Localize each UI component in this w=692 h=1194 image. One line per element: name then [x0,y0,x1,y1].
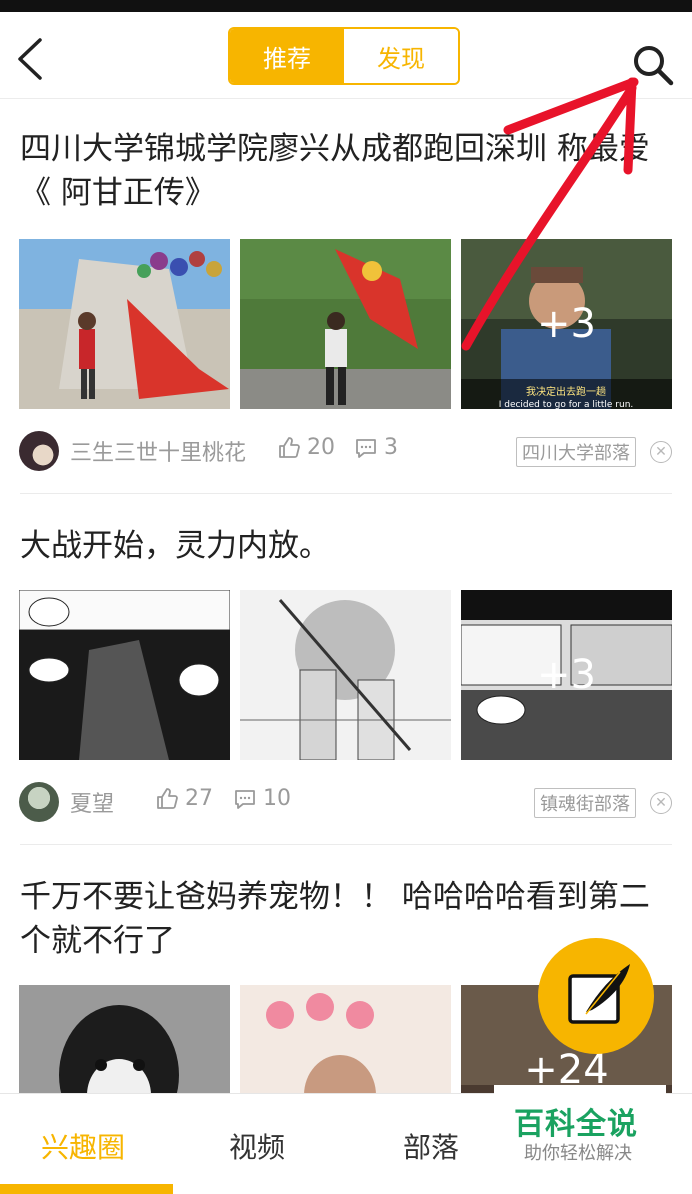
comment-number: 10 [263,786,291,811]
feed-switcher: 推荐 发现 [228,27,460,85]
watermark-title: 百科全说 [514,1107,638,1142]
tribe-tag[interactable]: 四川大学部落 [516,437,636,467]
post-image[interactable] [240,590,451,760]
tribe-tag[interactable]: 镇魂街部落 [534,788,636,818]
username[interactable]: 三生三世十里桃花 [70,435,246,467]
compose-button[interactable] [538,938,654,1054]
like-number: 27 [185,786,213,811]
tab-interest-circle[interactable]: 兴趣圈 [41,1126,125,1166]
post-image[interactable] [19,590,230,760]
tab-tribe[interactable]: 部落 [403,1126,459,1166]
compose-icon [568,964,630,1024]
post-images: +3 [0,590,692,760]
avatar[interactable] [19,431,59,471]
tab-video[interactable]: 视频 [229,1126,285,1166]
avatar[interactable] [19,782,59,822]
status-bar [0,0,692,12]
tab-discover[interactable]: 发现 [344,29,458,83]
comment-number: 3 [384,435,398,460]
watermark-subtitle: 助你轻松解决 [524,1143,632,1164]
thumbs-up-icon [157,787,178,809]
post-title[interactable]: 大战开始，灵力内放。 [20,524,672,568]
post-image[interactable]: +3 [461,590,672,760]
like-number: 20 [307,435,335,460]
post-image[interactable] [240,239,451,409]
top-bar: 推荐 发现 [0,12,692,99]
watermark: 百科全说 助你轻松解决 [494,1085,666,1167]
close-icon[interactable]: ✕ [650,792,672,814]
post-card[interactable]: 大战开始，灵力内放。 +3 夏望 27 10 镇魂街部落 ✕ [0,494,692,845]
tab-recommend[interactable]: 推荐 [230,29,344,83]
comment-icon [356,438,376,458]
post-image[interactable] [19,239,230,409]
username[interactable]: 夏望 [70,786,114,818]
post-meta: 三生三世十里桃花 20 3 四川大学部落 ✕ [0,409,692,493]
post-card[interactable]: 四川大学锦城学院廖兴从成都跑回深圳 称最爱《 阿甘正传》 我决定出去跑一趟 I … [0,99,692,494]
comment-icon [235,789,255,809]
more-images-count: +3 [537,301,596,347]
back-icon[interactable] [12,34,52,84]
post-images: 我决定出去跑一趟 I decided to go for a little ru… [0,239,692,409]
post-image[interactable]: 我决定出去跑一趟 I decided to go for a little ru… [461,239,672,409]
like-count[interactable]: 20 [277,435,335,460]
thumbs-up-icon [279,436,300,458]
comment-count[interactable]: 10 [233,786,291,811]
like-count[interactable]: 27 [155,786,213,811]
post-title[interactable]: 四川大学锦城学院廖兴从成都跑回深圳 称最爱《 阿甘正传》 [20,127,672,215]
post-meta: 夏望 27 10 镇魂街部落 ✕ [0,760,692,844]
close-icon[interactable]: ✕ [650,441,672,463]
comment-count[interactable]: 3 [354,435,398,460]
search-icon[interactable] [628,40,676,88]
more-images-count: +3 [537,652,596,698]
